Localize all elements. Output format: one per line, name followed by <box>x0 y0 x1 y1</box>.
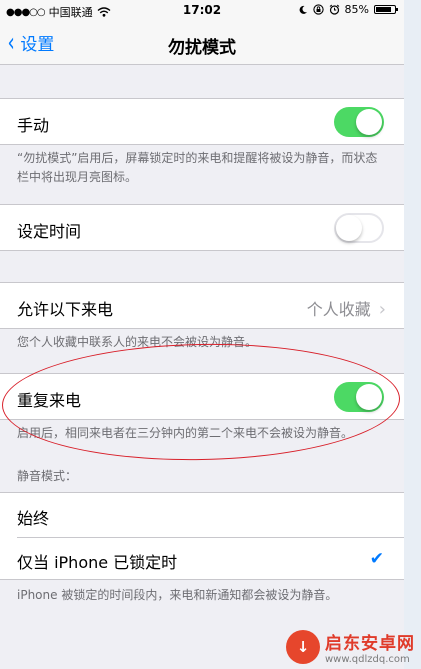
page-title: 勿扰模式 <box>168 38 236 58</box>
manual-footer: “勿扰模式”启用后，屏幕锁定时的来电和提醒将被设为静音，而状态栏中将出现月亮图标… <box>17 151 378 184</box>
repeated-calls-label: 重复来电 <box>17 391 82 410</box>
chevron-right-icon: › <box>378 299 386 320</box>
allow-calls-label: 允许以下来电 <box>17 300 114 319</box>
scheduled-label: 设定时间 <box>17 222 82 241</box>
silence-option-locked[interactable]: 仅当 iPhone 已锁定时 ✔ <box>0 538 404 581</box>
toggle-knob <box>336 215 362 241</box>
silence-option-label: 仅当 iPhone 已锁定时 <box>17 553 178 572</box>
repeated-calls-row[interactable]: 重复来电 <box>0 373 404 420</box>
allow-calls-row[interactable]: 允许以下来电 个人收藏 › <box>0 282 404 329</box>
manual-label: 手动 <box>17 116 50 135</box>
navigation-bar: ‹ 设置 勿扰模式 <box>0 22 404 65</box>
allow-calls-value: 个人收藏 <box>306 300 371 319</box>
scheduled-toggle[interactable] <box>334 213 384 243</box>
silence-options: 始终 仅当 iPhone 已锁定时 ✔ <box>0 492 404 580</box>
battery-percent: 85% <box>344 3 369 16</box>
watermark-title: 启东安卓网 <box>325 634 415 654</box>
silence-option-always[interactable]: 始终 <box>0 493 404 537</box>
toggle-knob <box>356 109 382 135</box>
status-bar: ●●●○○ 中国联通 17:02 85% <box>0 0 404 22</box>
watermark-logo-icon: ↓ <box>286 630 320 664</box>
toggle-knob <box>356 384 382 410</box>
repeated-calls-footer: 启用后，相同来电者在三分钟内的第二个来电不会被设为静音。 <box>17 426 354 440</box>
alarm-icon <box>329 4 339 15</box>
allow-calls-footer: 您个人收藏中联系人的来电不会被设为静音。 <box>17 335 258 349</box>
moon-icon <box>299 5 307 14</box>
manual-toggle[interactable] <box>334 107 384 137</box>
watermark-text: 启东安卓网 www.qdlzdq.com <box>325 629 415 665</box>
scheduled-row[interactable]: 设定时间 <box>0 204 404 251</box>
checkmark-icon: ✔ <box>369 549 384 569</box>
battery-icon <box>374 5 398 14</box>
manual-row[interactable]: 手动 <box>0 98 404 145</box>
lock-rotation-icon <box>312 4 324 15</box>
silence-option-label: 始终 <box>17 509 50 528</box>
watermark: ↓ 启东安卓网 www.qdlzdq.com <box>286 629 415 665</box>
silence-header: 静音模式： <box>17 469 78 483</box>
repeated-calls-toggle[interactable] <box>334 382 384 412</box>
allow-calls-detail: 个人收藏 › <box>307 296 386 320</box>
silence-footer: iPhone 被锁定的时间段内，来电和新通知都会被设为静音。 <box>17 588 338 602</box>
scrollbar-track[interactable] <box>404 0 421 669</box>
status-right: 85% <box>298 3 398 16</box>
watermark-url: www.qdlzdq.com <box>325 654 410 665</box>
battery-fill <box>376 7 392 12</box>
